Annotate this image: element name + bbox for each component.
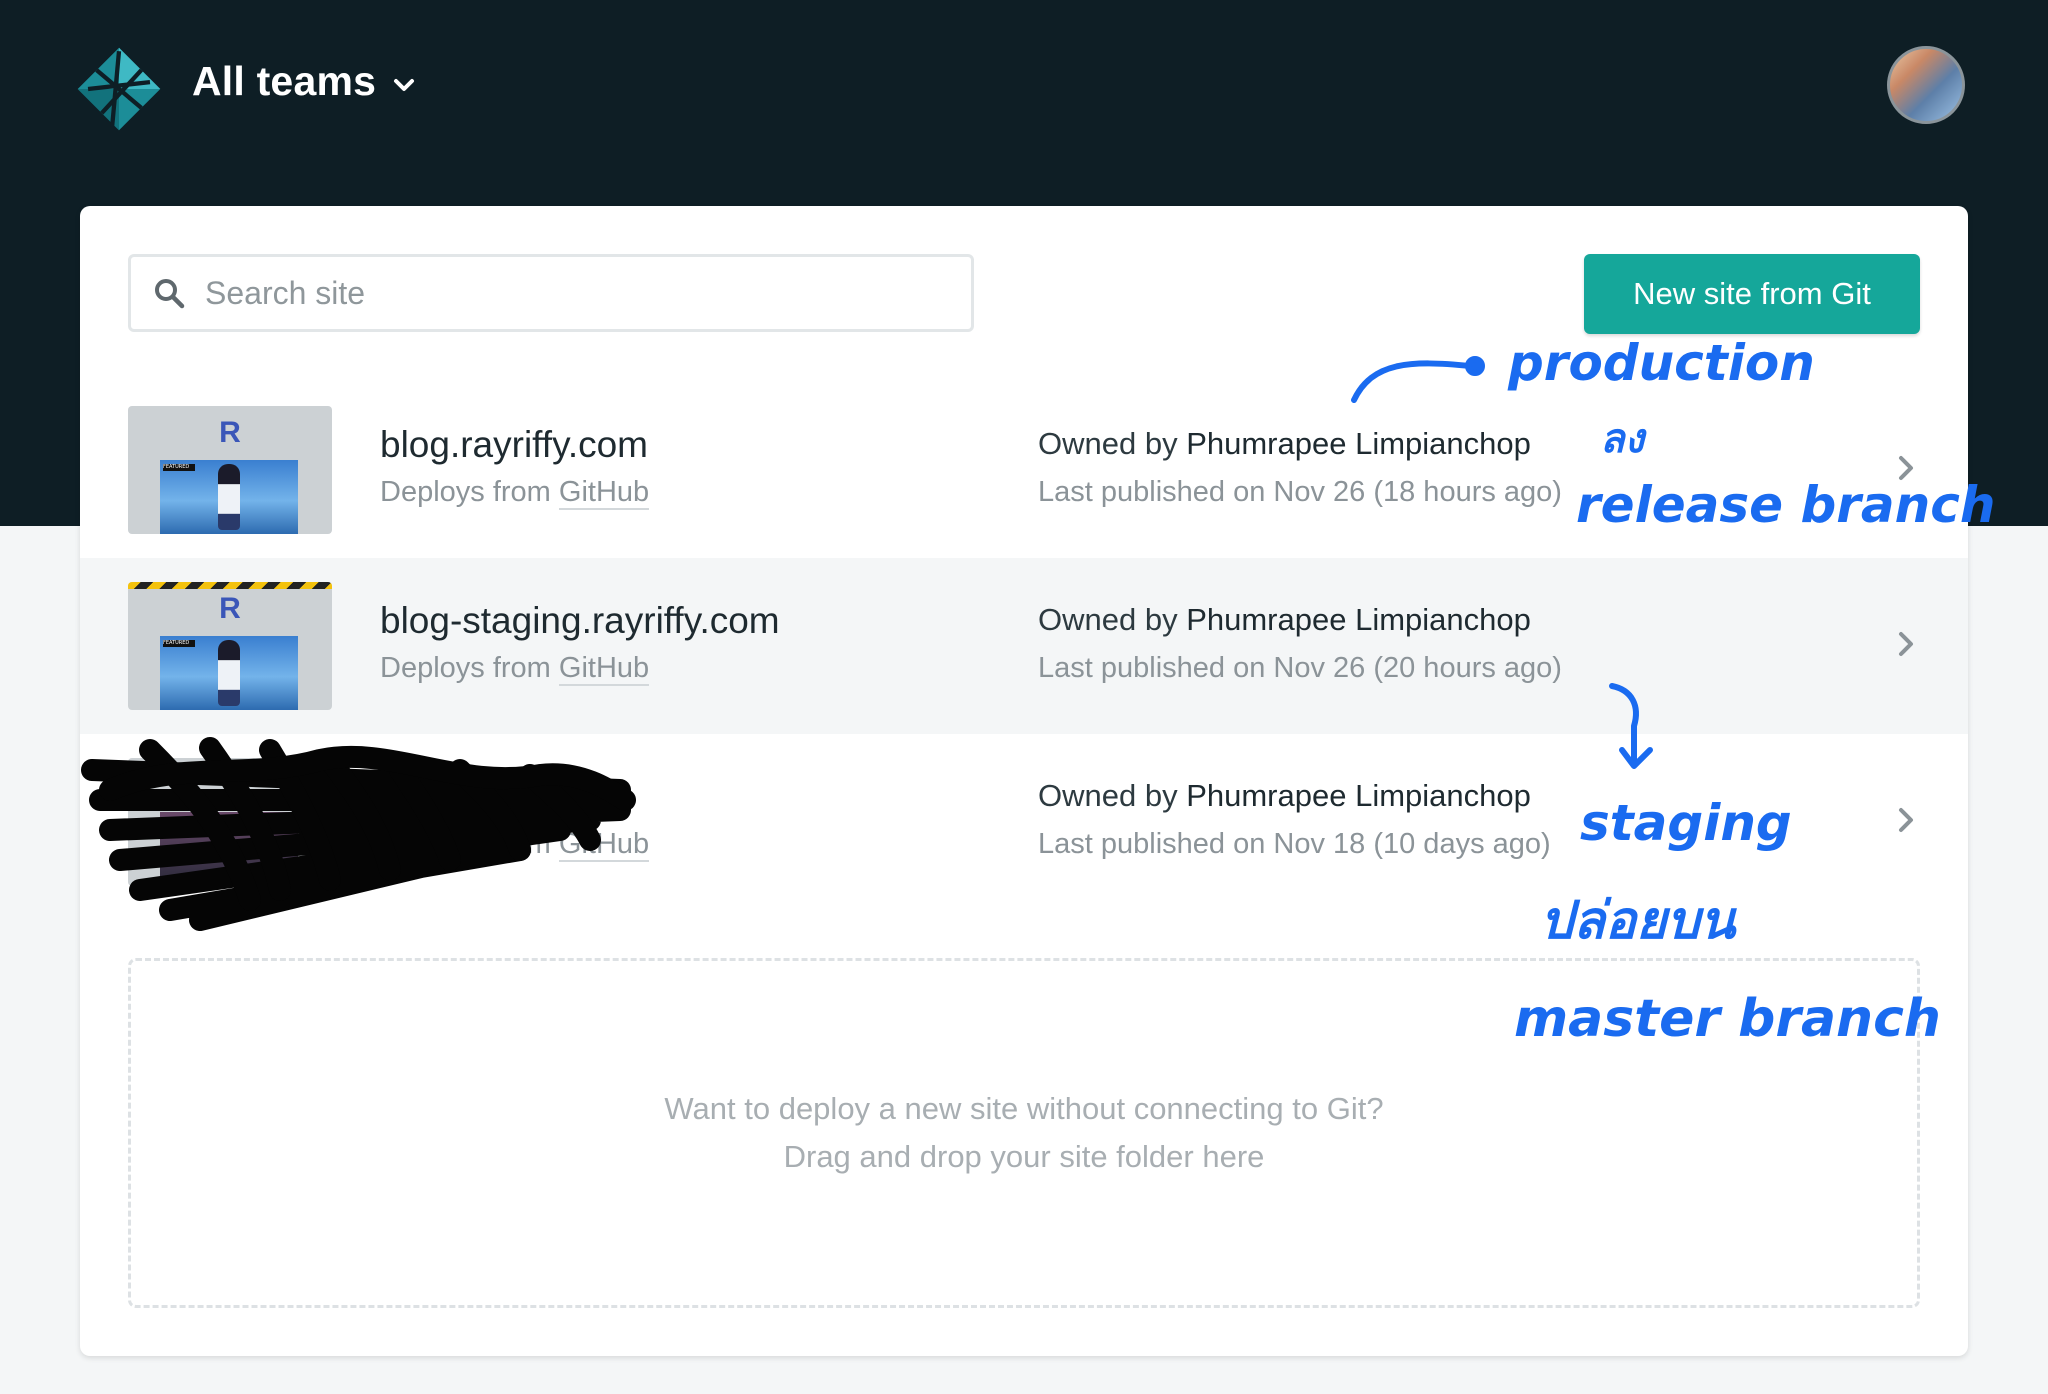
owner-info: Owned by Phumrapee Limpianchop bbox=[1038, 602, 1531, 638]
staging-stripe bbox=[128, 582, 332, 589]
search-input[interactable] bbox=[203, 273, 971, 313]
team-switcher-label: All teams bbox=[192, 58, 377, 104]
chevron-right-icon bbox=[1899, 632, 1913, 656]
site-thumbnail bbox=[128, 758, 332, 886]
owner-name: Phumrapee Limpianchop bbox=[1186, 778, 1531, 813]
owner-info: Owned by Phumrapee Limpianchop bbox=[1038, 778, 1531, 814]
deploys-prefix: Deploys from bbox=[380, 828, 551, 860]
thumbnail-image: FEATURED bbox=[160, 636, 298, 710]
last-published: Last published on Nov 26 (18 hours ago) bbox=[1038, 476, 1562, 508]
thumbnail-letter: R bbox=[219, 592, 241, 625]
owner-name: Phumrapee Limpianchop bbox=[1186, 602, 1531, 637]
deploy-source-link[interactable]: GitHub bbox=[558, 828, 650, 862]
site-thumbnail: R FEATURED bbox=[128, 406, 332, 534]
thumbnail-letter: R bbox=[219, 416, 241, 449]
site-thumbnail: R FEATURED bbox=[128, 582, 332, 710]
owned-prefix: Owned by bbox=[1038, 602, 1178, 637]
last-published: Last published on Nov 26 (20 hours ago) bbox=[1038, 652, 1562, 684]
chevron-right-icon bbox=[1899, 808, 1913, 832]
deploys-info: Deploys from GitHub bbox=[380, 652, 650, 686]
deploys-info: Deploys from GitHub bbox=[380, 476, 650, 510]
chevron-down-icon bbox=[394, 78, 415, 91]
site-name[interactable]: blog.rayriffy.com bbox=[380, 424, 648, 466]
sites-card: New site from Git R FEATURED blog.rayrif… bbox=[80, 206, 1968, 1356]
site-row[interactable]: R FEATURED blog-staging.rayriffy.com Dep… bbox=[80, 558, 1968, 734]
chevron-right-icon bbox=[1899, 456, 1913, 480]
thumbnail-image bbox=[160, 812, 298, 886]
dropzone-title: Want to deploy a new site without connec… bbox=[664, 1091, 1384, 1126]
last-published: Last published on Nov 18 (10 days ago) bbox=[1038, 828, 1551, 860]
user-avatar[interactable] bbox=[1887, 46, 1965, 124]
netlify-logo-icon[interactable] bbox=[76, 46, 162, 132]
owner-name: Phumrapee Limpianchop bbox=[1186, 426, 1531, 461]
search-icon bbox=[155, 279, 185, 309]
dropzone-subtitle: Drag and drop your site folder here bbox=[783, 1139, 1265, 1174]
thumbnail-image: FEATURED bbox=[160, 460, 298, 534]
deploy-source-link[interactable]: GitHub bbox=[558, 652, 650, 686]
deploy-source-link[interactable]: GitHub bbox=[558, 476, 650, 510]
new-site-from-git-button[interactable]: New site from Git bbox=[1584, 254, 1920, 334]
site-row[interactable]: Deploys from GitHub Owned by Phumrapee L… bbox=[80, 734, 1968, 910]
search-box[interactable] bbox=[128, 254, 974, 332]
deploys-prefix: Deploys from bbox=[380, 476, 551, 508]
site-name[interactable]: blog-staging.rayriffy.com bbox=[380, 600, 780, 642]
team-switcher[interactable]: All teams bbox=[192, 58, 416, 105]
drag-drop-zone[interactable]: Want to deploy a new site without connec… bbox=[128, 958, 1920, 1308]
owner-info: Owned by Phumrapee Limpianchop bbox=[1038, 426, 1531, 462]
deploys-info: Deploys from GitHub bbox=[380, 828, 650, 862]
owned-prefix: Owned by bbox=[1038, 426, 1178, 461]
owned-prefix: Owned by bbox=[1038, 778, 1178, 813]
deploys-prefix: Deploys from bbox=[380, 652, 551, 684]
site-row[interactable]: R FEATURED blog.rayriffy.com Deploys fro… bbox=[80, 382, 1968, 558]
